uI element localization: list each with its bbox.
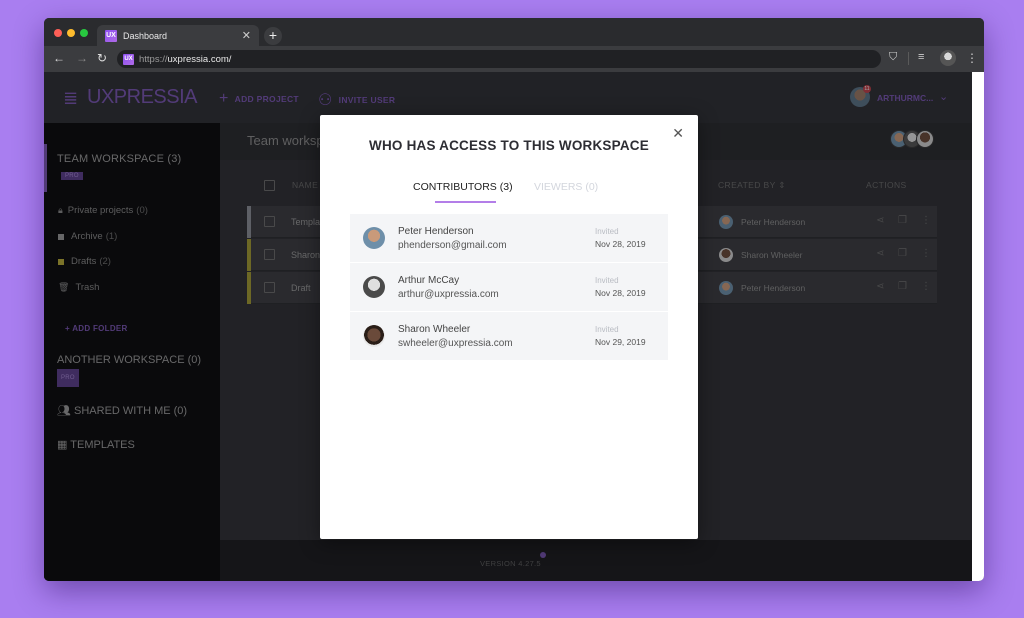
favicon-icon: UX — [105, 29, 117, 42]
tab-bar: UX Dashboard ✕ + — [44, 18, 984, 46]
new-tab-button[interactable]: + — [264, 27, 282, 45]
tab-close-icon[interactable]: ✕ — [242, 29, 251, 42]
address-bar[interactable]: UX https://uxpressia.com/ — [117, 50, 881, 68]
pocket-icon[interactable]: ⛉ — [889, 51, 897, 64]
avatar — [363, 276, 385, 298]
contributor-email: arthur@uxpressia.com — [398, 289, 499, 300]
toolbar-divider — [908, 52, 909, 65]
maximize-window-button[interactable] — [80, 29, 88, 37]
tab-contributors[interactable]: CONTRIBUTORS (3) — [413, 181, 513, 193]
invite-date: Nov 29, 2019 — [595, 337, 646, 347]
media-queue-icon[interactable]: ≡ — [918, 51, 924, 63]
list-item: Sharon Wheeler swheeler@uxpressia.com In… — [350, 312, 668, 361]
contributor-email: swheeler@uxpressia.com — [398, 338, 513, 349]
site-favicon-icon: UX — [123, 53, 134, 65]
page-edge — [972, 72, 984, 581]
list-item: Arthur McCay arthur@uxpressia.com Invite… — [350, 263, 668, 312]
invite-status: Invited — [595, 276, 619, 285]
browser-tab[interactable]: UX Dashboard ✕ — [97, 25, 259, 46]
avatar — [363, 227, 385, 249]
list-item: Peter Henderson phenderson@gmail.com Inv… — [350, 214, 668, 263]
invite-date: Nov 28, 2019 — [595, 239, 646, 249]
reload-icon[interactable]: ↻ — [97, 51, 107, 65]
tab-viewers[interactable]: VIEWERS (0) — [534, 181, 598, 193]
kebab-menu-icon[interactable]: ⋮ — [966, 51, 978, 65]
url-text[interactable]: https://uxpressia.com/ — [139, 54, 231, 65]
contributor-name: Sharon Wheeler — [398, 324, 471, 335]
avatar — [363, 325, 385, 347]
contributors-list: Peter Henderson phenderson@gmail.com Inv… — [350, 214, 668, 361]
close-window-button[interactable] — [54, 29, 62, 37]
modal-title: WHO HAS ACCESS TO THIS WORKSPACE — [369, 138, 649, 153]
browser-toolbar: ← → ↻ UX https://uxpressia.com/ ⛉ ≡ ⋮ — [44, 46, 984, 72]
invite-date: Nov 28, 2019 — [595, 288, 646, 298]
minimize-window-button[interactable] — [67, 29, 75, 37]
contributor-email: phenderson@gmail.com — [398, 240, 507, 251]
access-modal: ✕ WHO HAS ACCESS TO THIS WORKSPACE CONTR… — [320, 115, 698, 539]
url-scheme: https:// — [139, 53, 168, 65]
arrow-right-icon[interactable]: → — [76, 51, 88, 65]
active-tab-indicator — [435, 201, 496, 203]
tab-title: Dashboard — [123, 30, 168, 41]
contributor-name: Peter Henderson — [398, 226, 474, 237]
arrow-left-icon[interactable]: ← — [53, 51, 65, 65]
url-host: uxpressia.com/ — [167, 53, 232, 65]
profile-avatar[interactable] — [940, 50, 956, 66]
invite-status: Invited — [595, 227, 619, 236]
invite-status: Invited — [595, 325, 619, 334]
contributor-name: Arthur McCay — [398, 275, 460, 286]
browser-window: UX Dashboard ✕ + ← → ↻ UX https://uxpres… — [44, 18, 984, 581]
